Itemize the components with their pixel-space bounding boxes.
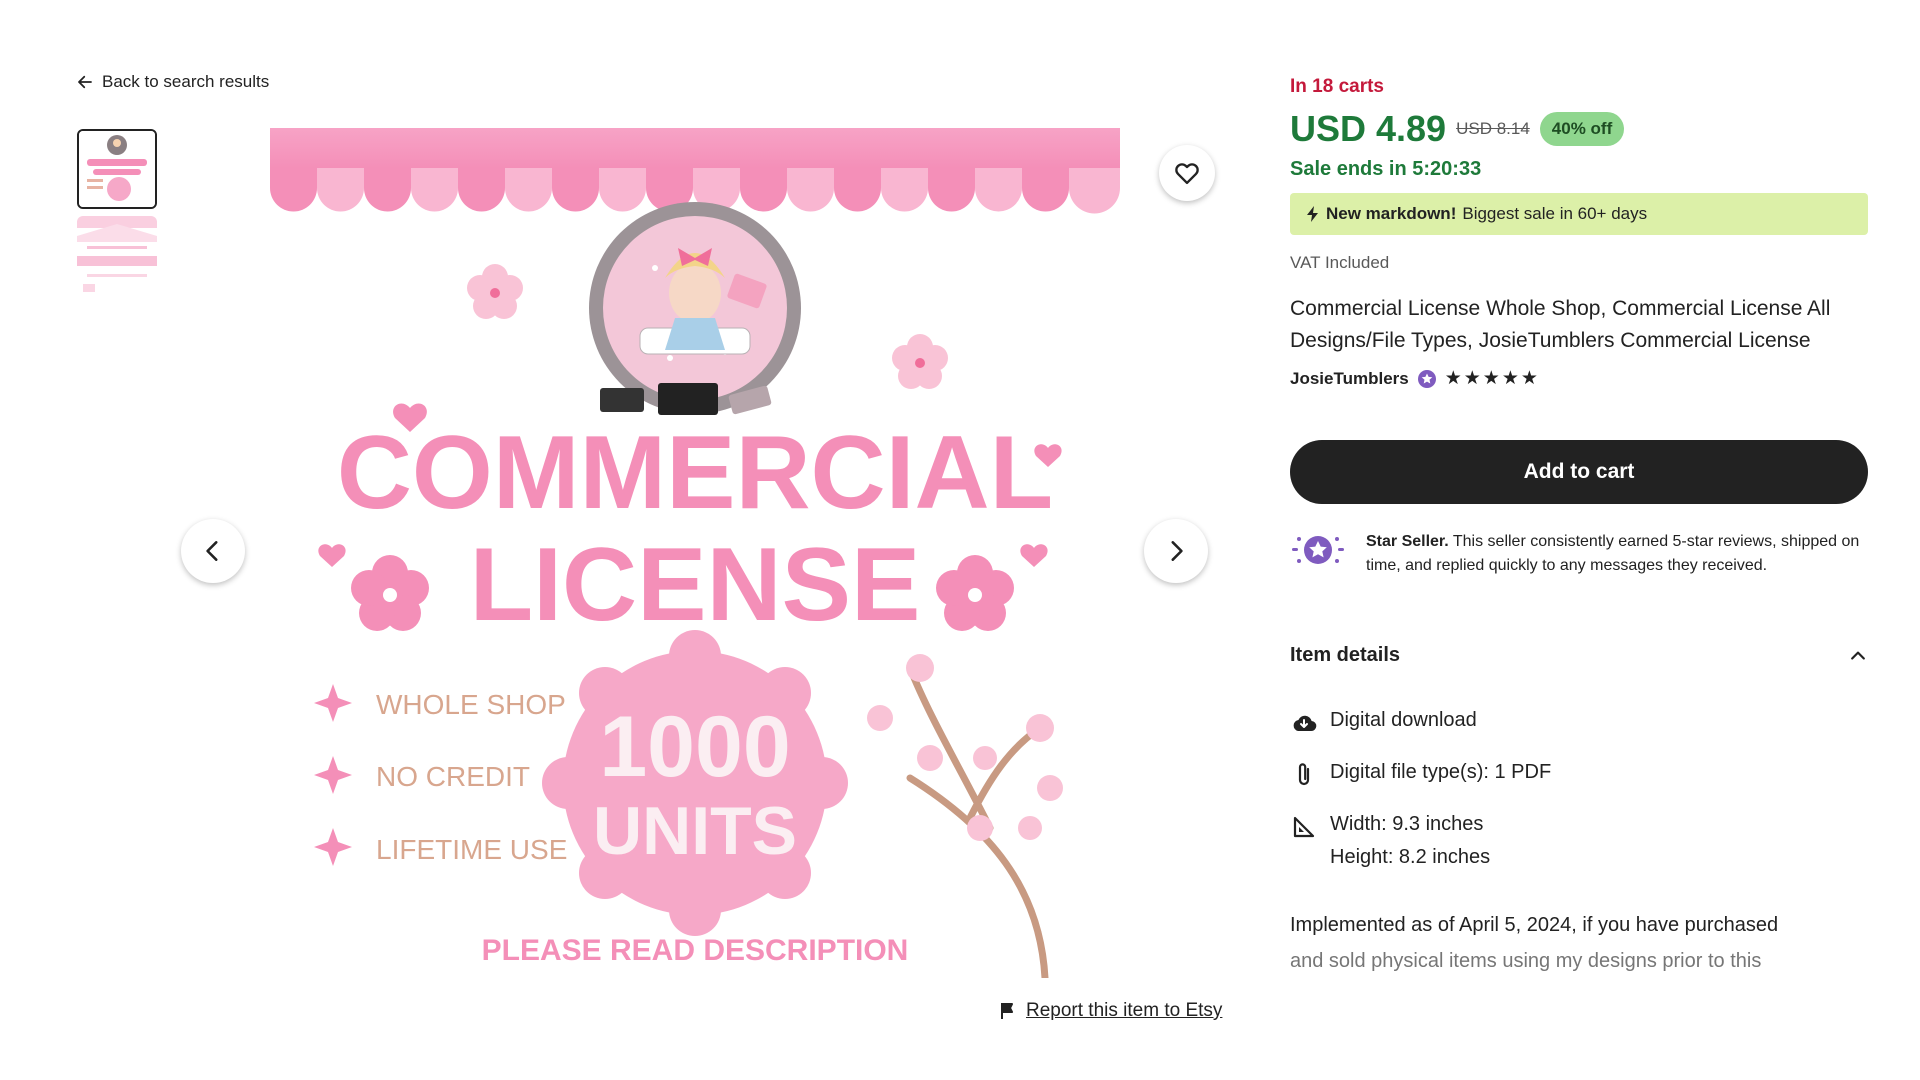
detail-file-type-text: Digital file type(s): 1 PDF — [1330, 761, 1552, 783]
heart-icon — [1175, 163, 1199, 185]
flag-icon — [1001, 1003, 1013, 1019]
current-price: USD 4.89 — [1290, 108, 1447, 149]
set-square-icon — [1290, 813, 1318, 841]
report-item-label: Report this item to Etsy — [1026, 1000, 1223, 1021]
badge-1000: 1000 — [599, 699, 790, 795]
thumbnail-1-image — [79, 131, 155, 207]
chevron-right-icon — [1171, 541, 1183, 561]
please-read-description: PLEASE READ DESCRIPTION — [482, 934, 909, 967]
bullet-lifetime-use: LIFETIME USE — [376, 834, 567, 865]
markdown-text: Biggest sale in 60+ days — [1462, 204, 1648, 223]
markdown-banner: New markdown! Biggest sale in 60+ days — [1290, 193, 1868, 235]
item-details-toggle[interactable]: Item details — [1290, 644, 1868, 667]
rating-stars: ★★★★★ — [1444, 368, 1540, 389]
main-listing-image: COMMERCIAL LICENSE WHOLE SHOP NO CREDIT … — [270, 128, 1120, 982]
listing-title: Commercial License Whole Shop, Commercia… — [1290, 297, 1831, 352]
thumbnail-1[interactable] — [77, 129, 157, 209]
headline-license: LICENSE — [470, 527, 921, 643]
detail-download-text: Digital download — [1330, 709, 1477, 731]
in-carts-notice: In 18 carts — [1290, 76, 1384, 97]
description-line-2: and sold physical items using my designs… — [1290, 950, 1762, 972]
detail-file-type: Digital file type(s): 1 PDF — [1290, 761, 1868, 789]
star-seller-info: Star Seller. This seller consistently ea… — [1290, 530, 1868, 578]
star-seller-badge-icon — [1417, 369, 1436, 388]
back-link-label: Back to search results — [102, 72, 270, 91]
star-seller-icon — [1292, 536, 1344, 564]
discount-badge: 40% off — [1539, 112, 1625, 146]
markdown-bold: New markdown! — [1326, 204, 1457, 223]
bullet-no-credit: NO CREDIT — [376, 761, 530, 792]
thumbnail-2-image — [77, 216, 157, 296]
bullet-whole-shop: WHOLE SHOP — [376, 689, 566, 720]
add-to-cart-button[interactable]: Add to cart — [1290, 440, 1868, 504]
headline-commercial: COMMERCIAL — [337, 415, 1053, 531]
price-row: USD 4.89 USD 8.14 40% off — [1290, 108, 1868, 150]
favorite-button[interactable] — [1159, 145, 1215, 201]
report-item-link[interactable]: Report this item to Etsy — [1000, 1000, 1222, 1022]
shop-row: JosieTumblers ★★★★★ — [1290, 367, 1868, 390]
detail-height-text: Height: 8.2 inches — [1330, 846, 1491, 868]
paperclip-icon — [1290, 761, 1318, 789]
detail-digital-download: Digital download — [1290, 709, 1868, 737]
star-seller-bold: Star Seller. — [1366, 533, 1449, 550]
back-to-search-link[interactable]: Back to search results — [76, 72, 269, 92]
item-description: Implemented as of April 5, 2024, if you … — [1290, 907, 1868, 979]
description-line-1: Implemented as of April 5, 2024, if you … — [1290, 914, 1779, 936]
arrow-left-icon — [78, 75, 92, 89]
chevron-up-icon — [1851, 651, 1865, 660]
original-price: USD 8.14 — [1456, 119, 1530, 138]
thumbnail-2[interactable] — [77, 216, 157, 296]
badge-units: UNITS — [593, 793, 797, 869]
character-badge — [589, 202, 801, 415]
detail-dimensions: Width: 9.3 inches Height: 8.2 inches — [1290, 813, 1868, 869]
lightning-icon — [1307, 206, 1318, 222]
listing-artwork: COMMERCIAL LICENSE WHOLE SHOP NO CREDIT … — [270, 128, 1120, 982]
star-seller-description: Star Seller. This seller consistently ea… — [1366, 530, 1866, 578]
product-info-panel: In 18 carts USD 4.89 USD 8.14 40% off Sa… — [1290, 76, 1868, 979]
previous-image-button[interactable] — [181, 519, 245, 583]
shop-name-link[interactable]: JosieTumblers — [1290, 369, 1409, 389]
cloud-download-icon — [1290, 709, 1318, 737]
vat-notice: VAT Included — [1290, 253, 1390, 272]
units-badge: 1000 UNITS — [542, 630, 848, 936]
chevron-left-icon — [206, 541, 218, 561]
item-details-heading: Item details — [1290, 644, 1401, 666]
next-image-button[interactable] — [1144, 519, 1208, 583]
detail-width-text: Width: 9.3 inches — [1330, 813, 1484, 835]
sale-ends-timer: Sale ends in 5:20:33 — [1290, 158, 1482, 180]
